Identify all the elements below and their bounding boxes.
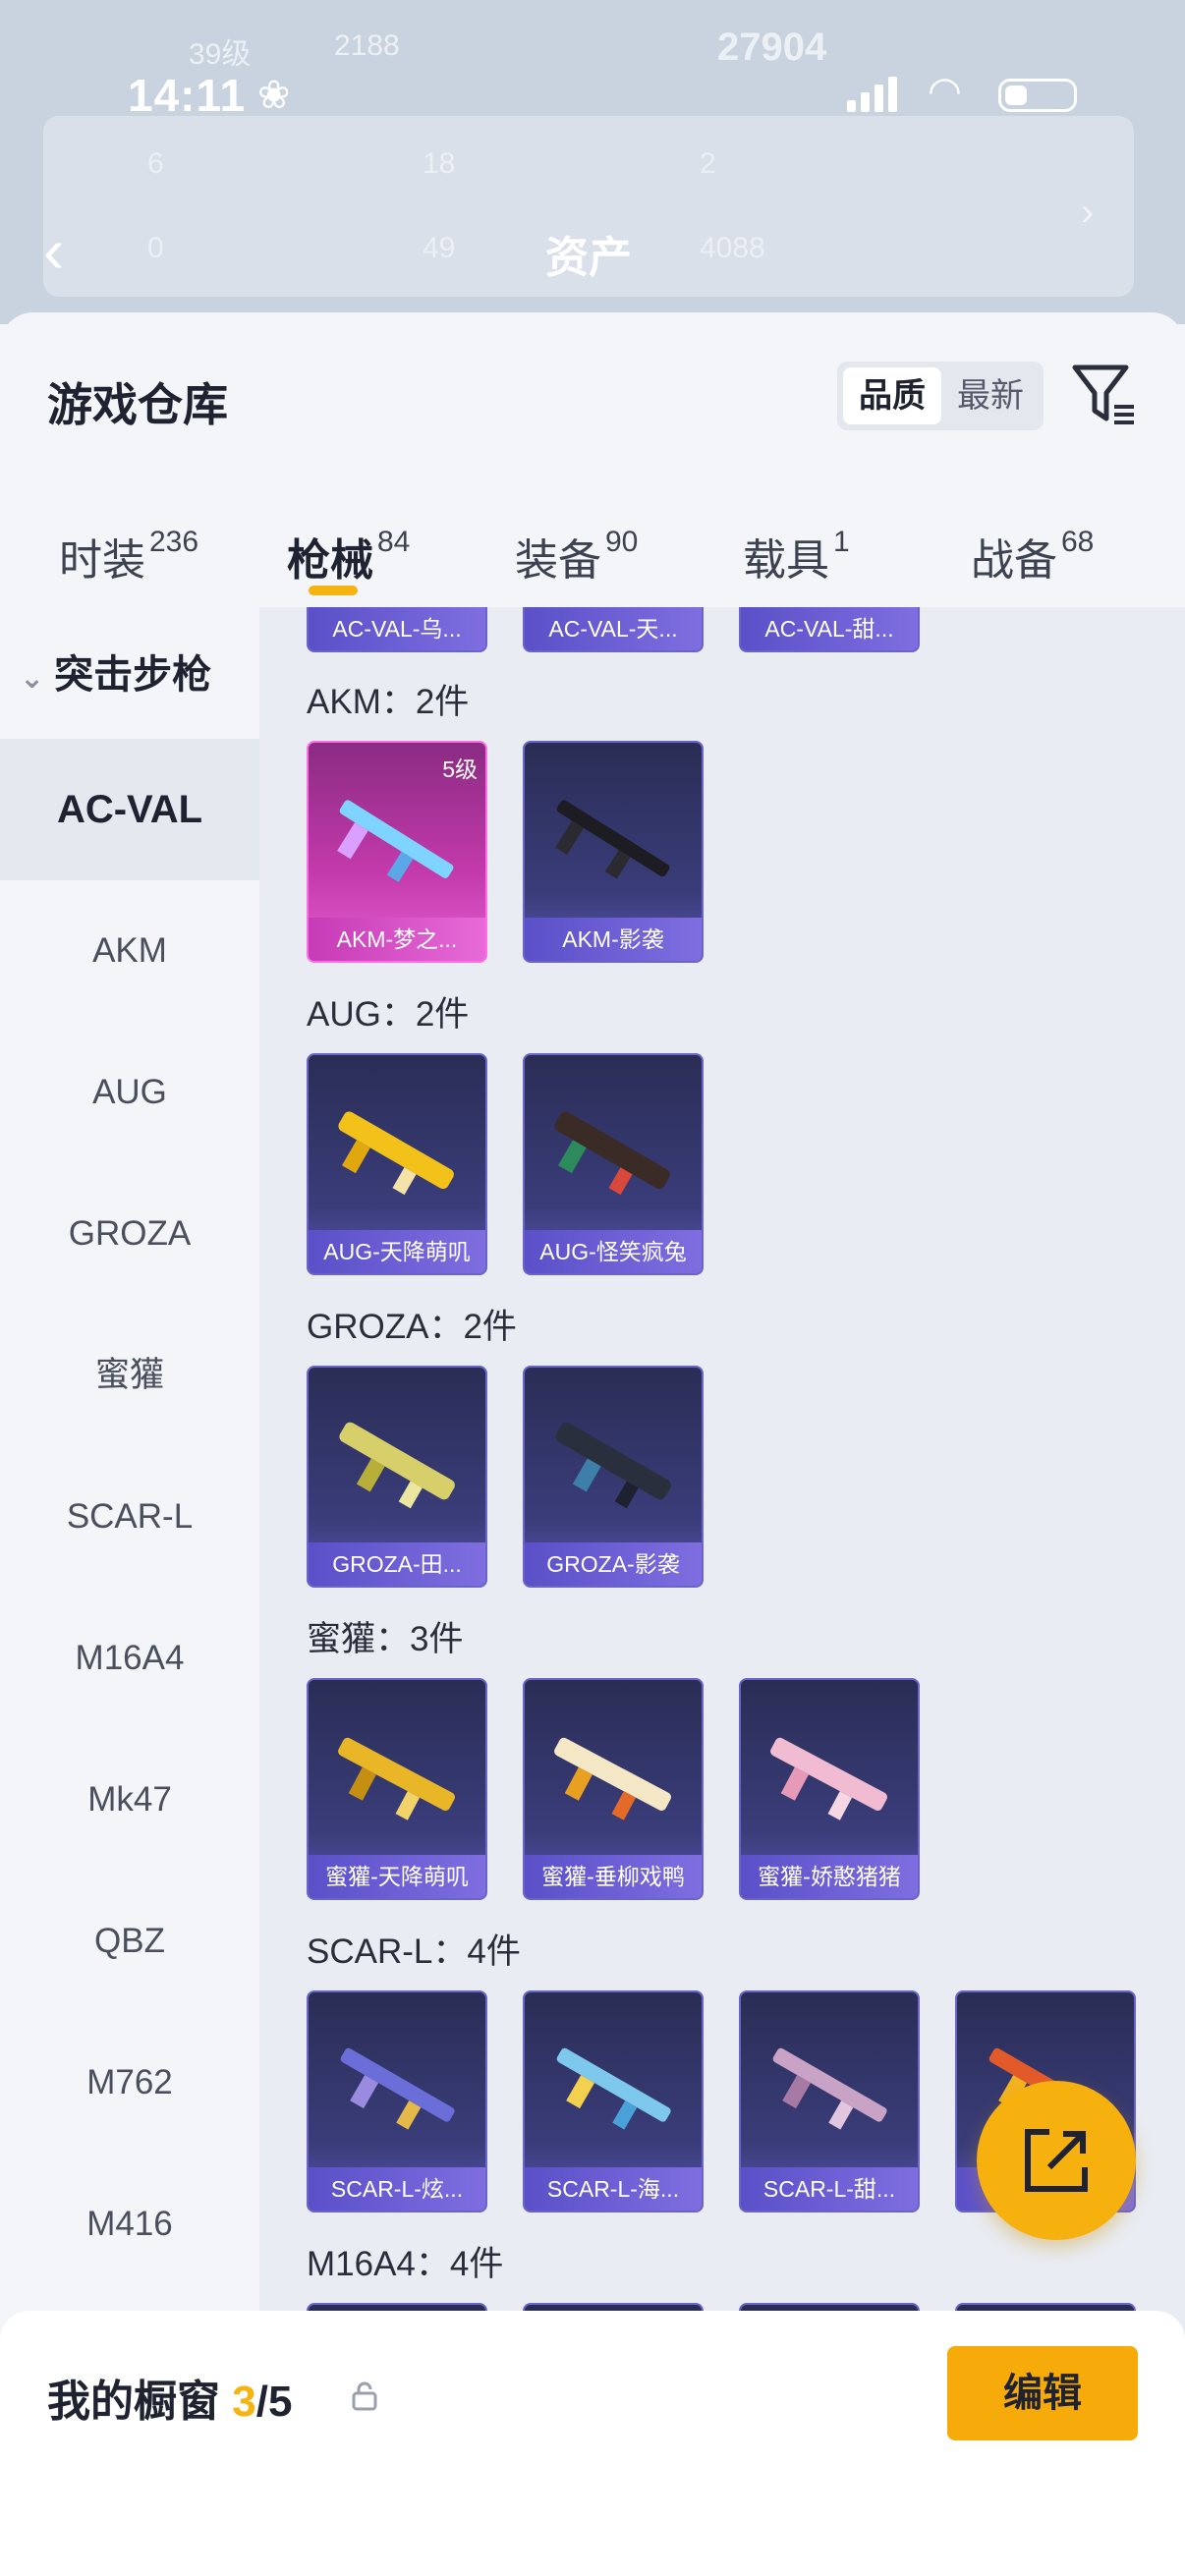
- weapon-card[interactable]: AC-VAL-甜...: [739, 607, 920, 652]
- background-page: 39级 2188 27904 6 18 2 0 49 4088 14:11 ❀ …: [0, 0, 1185, 324]
- active-tab-indicator: [309, 586, 358, 595]
- showcase-bar: 我的橱窗 3/5 编辑: [0, 2311, 1185, 2576]
- weapon-image: [556, 2047, 671, 2130]
- weapon-image: [338, 1737, 455, 1820]
- sidebar-item-ac-val[interactable]: AC-VAL: [0, 739, 259, 880]
- weapon-image: [339, 1422, 455, 1509]
- weapon-image: [555, 1422, 671, 1509]
- weapon-image: [338, 1111, 454, 1196]
- wifi-icon: ◠: [928, 70, 962, 113]
- bg-stat: 49: [423, 232, 456, 264]
- group-title-akm: AKM：2件: [307, 683, 470, 721]
- sidebar-item-m762[interactable]: M762: [0, 2012, 259, 2154]
- category-tabs: 时装 236 枪械 84 装备 90 载具 1 战备 68: [0, 493, 1185, 601]
- showcase-label: 我的橱窗 3/5: [47, 2378, 293, 2426]
- sidebar-item-qbz[interactable]: QBZ: [0, 1871, 259, 2012]
- sidebar-item-m416[interactable]: M416: [0, 2154, 259, 2295]
- share-fab-button[interactable]: [977, 2081, 1136, 2240]
- battery-icon: [998, 79, 1077, 112]
- weapon-card[interactable]: 5级 AKM-梦之...: [307, 741, 487, 963]
- weapon-image: [554, 1111, 670, 1196]
- group-title-m16a4: M16A4：4件: [307, 2245, 504, 2283]
- sidebar-item-akm[interactable]: AKM: [0, 880, 259, 1022]
- category-assault-rifle[interactable]: ⌄ 突击步枪: [20, 643, 211, 700]
- group-title-aug: AUG：2件: [307, 995, 470, 1034]
- bg-stat: 18: [423, 147, 456, 180]
- edit-button[interactable]: 编辑: [947, 2346, 1138, 2440]
- weapon-image: [555, 800, 670, 879]
- lock-icon: [350, 2381, 379, 2411]
- weapon-card[interactable]: SCAR-L-海...: [523, 1990, 704, 2212]
- bg-stat: 6: [147, 147, 164, 180]
- bg-points: 2188: [334, 29, 400, 62]
- back-arrow-icon[interactable]: ‹: [43, 214, 64, 287]
- sidebar-item-aug[interactable]: AUG: [0, 1022, 259, 1163]
- weapon-card[interactable]: SCAR-L-甜...: [739, 1990, 920, 2212]
- weapon-sidebar: ⌄ 突击步枪 AC-VAL AKM AUG GROZA 蜜獾 SCAR-L M16…: [0, 607, 259, 2576]
- group-title-honey-badger: 蜜獾：3件: [307, 1620, 464, 1658]
- sidebar-item-honey-badger[interactable]: 蜜獾: [0, 1305, 259, 1446]
- group-title-groza: GROZA：2件: [307, 1308, 517, 1346]
- weapon-card[interactable]: GROZA-影袭: [523, 1366, 704, 1588]
- bg-stat: 4088: [700, 232, 765, 264]
- status-bar: 14:11 ❀ ◠: [0, 59, 1185, 138]
- weapon-image: [340, 2047, 455, 2130]
- weapon-card[interactable]: AUG-怪笑疯兔: [523, 1053, 704, 1275]
- signal-icon: [847, 77, 902, 112]
- showcase-count: 3: [232, 2378, 256, 2426]
- filter-icon[interactable]: [1067, 358, 1142, 432]
- page-title: 资产: [545, 234, 632, 282]
- chevron-right-icon: ›: [1081, 191, 1095, 234]
- sort-quality-button[interactable]: 品质: [843, 367, 941, 424]
- weapon-card[interactable]: AC-VAL-天...: [523, 607, 704, 652]
- share-icon: [1025, 2129, 1088, 2192]
- warehouse-sheet: 游戏仓库 品质 最新 时装 236 枪械 84 装备 90 载具 1 战备 68 ⌄ 突击步…: [0, 312, 1185, 2576]
- status-time: 14:11: [128, 70, 247, 121]
- sidebar-item-scar-l[interactable]: SCAR-L: [0, 1446, 259, 1588]
- weapon-card[interactable]: 蜜獾-天降萌叽: [307, 1678, 487, 1900]
- group-title-scar-l: SCAR-L：4件: [307, 1932, 521, 1971]
- weapon-grid: AC-VAL-乌... AC-VAL-天... AC-VAL-甜... AKM：…: [259, 607, 1185, 2576]
- weapon-image: [770, 1737, 887, 1820]
- bg-stat: 0: [147, 232, 164, 264]
- paw-icon: ❀: [257, 74, 291, 117]
- sheet-title: 游戏仓库: [47, 379, 228, 430]
- weapon-image: [337, 800, 454, 882]
- weapon-card[interactable]: SCAR-L-炫...: [307, 1990, 487, 2212]
- sort-toggle: 品质 最新: [837, 362, 1044, 430]
- weapon-card[interactable]: GROZA-田...: [307, 1366, 487, 1588]
- weapon-card[interactable]: AUG-天降萌叽: [307, 1053, 487, 1275]
- weapon-image: [554, 1737, 671, 1820]
- weapon-card[interactable]: AKM-影袭: [523, 741, 704, 963]
- weapon-image: [772, 2047, 887, 2130]
- sidebar-item-m16a4[interactable]: M16A4: [0, 1588, 259, 1729]
- weapon-card[interactable]: AC-VAL-乌...: [307, 607, 487, 652]
- sidebar-item-mk47[interactable]: Mk47: [0, 1729, 259, 1871]
- weapon-card[interactable]: 蜜獾-娇憨猪猪: [739, 1678, 920, 1900]
- weapon-card[interactable]: 蜜獾-垂柳戏鸭: [523, 1678, 704, 1900]
- chevron-down-icon: ⌄: [20, 662, 45, 695]
- sidebar-item-groza[interactable]: GROZA: [0, 1163, 259, 1305]
- sort-newest-button[interactable]: 最新: [941, 367, 1040, 424]
- bg-stat: 2: [700, 147, 716, 180]
